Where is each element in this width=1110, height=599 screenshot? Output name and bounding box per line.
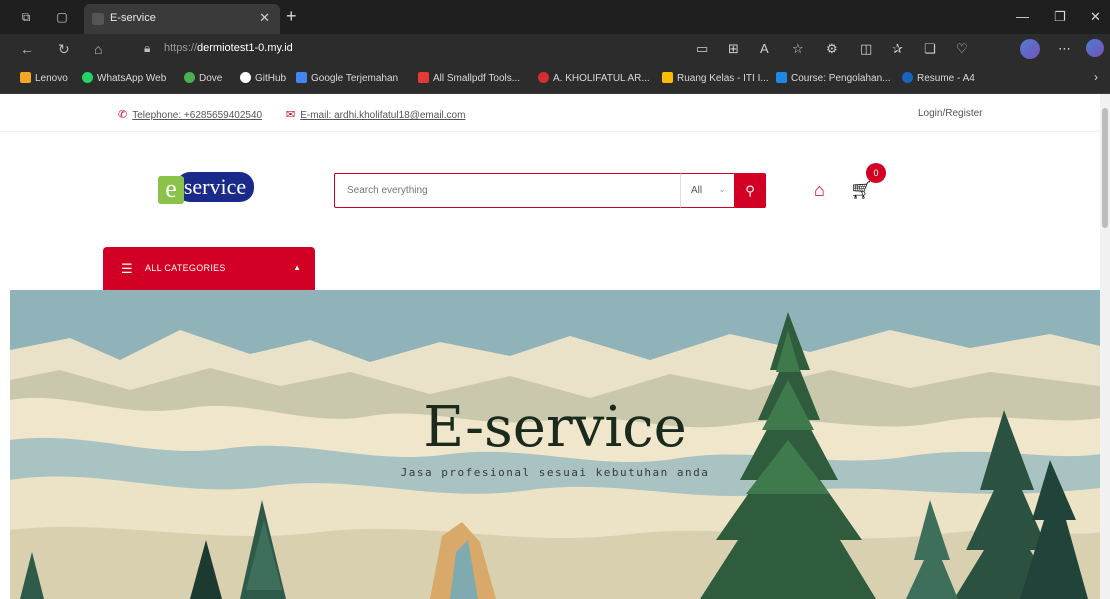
refresh-icon[interactable]: ↻: [58, 41, 70, 57]
favorite-star-icon[interactable]: ☆: [792, 41, 804, 57]
restore-icon[interactable]: ❐: [1054, 9, 1066, 25]
logo-letter: e: [158, 176, 184, 204]
apps-icon[interactable]: ⊞: [728, 41, 739, 57]
github-icon: [240, 72, 251, 83]
bookmark-item[interactable]: Course: Pengolahan...: [776, 72, 891, 84]
phone-icon: ✆: [118, 109, 128, 121]
home-icon[interactable]: ⌂: [814, 181, 825, 199]
site-logo[interactable]: service e: [158, 172, 254, 206]
all-categories-label: ALL CATEGORIES: [145, 263, 226, 273]
bookmarks-bar: Lenovo WhatsApp Web Dove GitHub Google T…: [0, 64, 1110, 94]
hero-banner: E-service Jasa profesional sesuai kebutu…: [10, 290, 1100, 599]
bookmark-item[interactable]: Dove: [184, 72, 222, 84]
tab-title: E-service: [110, 12, 156, 24]
read-aloud-icon[interactable]: A: [760, 41, 769, 57]
more-menu-icon[interactable]: ⋯: [1058, 41, 1071, 57]
envelope-icon: ✉: [286, 109, 296, 121]
profile-avatar[interactable]: [1020, 39, 1040, 59]
webpage: ✆ Telephone: +6285659402540 ✉ E-mail: ardh…: [0, 94, 1110, 599]
split-screen-icon[interactable]: ◫: [860, 41, 872, 57]
chevron-up-icon: ▲: [293, 263, 301, 272]
logo-word: service: [176, 172, 254, 202]
url-protocol: https://: [164, 42, 198, 54]
bookmark-item[interactable]: All Smallpdf Tools...: [418, 72, 520, 84]
url-field[interactable]: 🔒︎ https://dermiotest1-0.my.id: [138, 39, 658, 59]
cart-icon[interactable]: 🛒︎: [850, 181, 873, 199]
login-register-link[interactable]: Login/Register: [918, 108, 982, 119]
search-input[interactable]: [334, 173, 680, 208]
bookmark-item[interactable]: Google Terjemahan: [296, 72, 398, 84]
bookmark-item[interactable]: Ruang Kelas - ITI I...: [662, 72, 769, 84]
bookmark-item[interactable]: GitHub: [240, 72, 286, 84]
workspaces-icon[interactable]: ⧉: [18, 9, 34, 25]
chevron-down-icon: ⌄: [718, 184, 726, 194]
bookmarks-overflow-icon[interactable]: ›: [1094, 70, 1098, 84]
email-link[interactable]: ✉ E-mail: ardhi.kholifatul18@email.com: [286, 108, 465, 121]
bookmark-page-icon: [538, 72, 549, 83]
hero-subtitle: Jasa profesional sesuai kebutuhan anda: [400, 466, 710, 479]
browser-titlebar: ⧉ ▢ E-service ✕ + — ❐ ✕: [0, 0, 1110, 34]
favorites-icon[interactable]: ✰: [892, 41, 903, 57]
extensions-icon[interactable]: ⚙: [826, 41, 838, 57]
minimize-icon[interactable]: —: [1016, 9, 1029, 24]
search-button[interactable]: ⚲: [734, 173, 766, 208]
dove-icon: [184, 72, 195, 83]
collections-icon[interactable]: ❏: [924, 41, 936, 57]
browser-essentials-icon[interactable]: ♡: [956, 41, 968, 57]
page-scrollbar[interactable]: [1100, 94, 1110, 599]
top-info-bar: ✆ Telephone: +6285659402540 ✉ E-mail: ardh…: [0, 94, 1100, 132]
phone-link[interactable]: ✆ Telephone: +6285659402540: [118, 108, 262, 121]
hero-title: E-service: [423, 395, 687, 460]
tab-actions-icon[interactable]: ▢: [54, 9, 70, 25]
search-category-value: All: [691, 185, 703, 196]
lock-icon: 🔒︎: [144, 41, 151, 55]
classroom-icon: [662, 72, 673, 83]
back-icon[interactable]: ←: [20, 41, 34, 57]
new-tab-icon[interactable]: +: [286, 7, 297, 25]
all-categories-button[interactable]: ☰ ALL CATEGORIES ▲: [103, 247, 315, 290]
bookmark-item[interactable]: WhatsApp Web: [82, 72, 166, 84]
cart-count-badge: 0: [866, 163, 886, 183]
bookmark-item[interactable]: A. KHOLIFATUL AR...: [538, 72, 650, 84]
scrollbar-thumb[interactable]: [1102, 108, 1108, 228]
read-view-icon[interactable]: ▭: [696, 41, 708, 57]
bookmark-item[interactable]: Resume - A4: [902, 72, 975, 84]
browser-tab[interactable]: E-service ✕: [84, 4, 280, 34]
course-icon: [776, 72, 787, 83]
tab-favicon-icon: [92, 13, 104, 25]
smallpdf-icon: [418, 72, 429, 83]
bookmark-item[interactable]: Lenovo: [20, 72, 68, 84]
search-icon: ⚲: [745, 183, 755, 198]
tab-close-icon[interactable]: ✕: [259, 10, 270, 26]
home-browser-icon[interactable]: ⌂: [94, 41, 102, 57]
translate-icon: [296, 72, 307, 83]
menu-icon: ☰: [121, 261, 133, 276]
close-window-icon[interactable]: ✕: [1090, 9, 1101, 25]
copilot-icon[interactable]: [1086, 39, 1104, 57]
whatsapp-icon: [82, 72, 93, 83]
resume-icon: [902, 72, 913, 83]
url-host: dermiotest1-0.my.id: [197, 42, 293, 54]
bookmark-folder-icon: [20, 72, 31, 83]
address-bar-row: ← ↻ ⌂ 🔒︎ https://dermiotest1-0.my.id ▭ ⊞…: [0, 34, 1110, 64]
search-category-select[interactable]: All ⌄: [680, 173, 734, 208]
search-bar: All ⌄ ⚲: [334, 173, 766, 208]
